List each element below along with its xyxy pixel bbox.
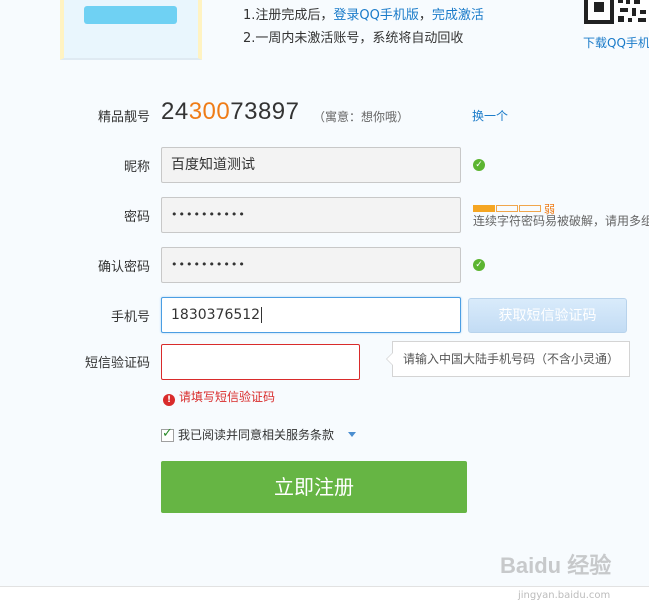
agreement-row: ✓ 我已阅读并同意相关服务条款: [161, 426, 357, 443]
qr-code: [584, 0, 649, 30]
account-number-highlight: 300: [188, 98, 231, 125]
confirm-password-label: 确认密码: [97, 260, 150, 275]
nickname-field[interactable]: 百度知道测试: [161, 147, 461, 183]
qr-caption: 下载QQ手机: [583, 36, 649, 50]
phone-hint-tooltip: 请输入中国大陆手机号码（不含小灵通）: [386, 341, 630, 377]
login-qq-mobile-link[interactable]: 登录QQ手机版: [333, 8, 418, 23]
sms-code-field[interactable]: [161, 344, 360, 380]
nickname-valid-icon: ✓: [473, 159, 485, 171]
agreement-text[interactable]: 我已阅读并同意相关服务条款: [178, 428, 334, 442]
account-label: 精品靓号: [97, 110, 150, 125]
phone-screen-illustration: [84, 6, 177, 24]
complete-activation-link[interactable]: 完成激活: [432, 8, 484, 23]
account-number: 2430073897: [161, 98, 300, 125]
password-field[interactable]: ••••••••••: [161, 197, 461, 233]
phone-label: 手机号: [110, 310, 150, 325]
confirm-password-valid-icon: ✓: [473, 259, 485, 271]
sms-code-label: 短信验证码: [84, 356, 150, 371]
text-caret: [261, 307, 263, 323]
tip-line-1: 1.注册完成后，登录QQ手机版，完成激活: [243, 8, 484, 23]
change-number-link[interactable]: 换一个: [472, 107, 508, 124]
sms-code-error: ! 请填写短信验证码: [163, 388, 275, 406]
password-hint: 连续字符密码易被破解，请用多组: [473, 214, 649, 228]
nickname-label: 昵称: [123, 160, 150, 175]
baidu-watermark-url: jingyan.baidu.com: [518, 590, 611, 601]
error-icon: !: [163, 394, 175, 406]
register-button[interactable]: 立即注册: [161, 461, 467, 513]
password-label: 密码: [123, 210, 150, 225]
account-meaning: （寓意：想你哦）: [313, 110, 410, 124]
check-icon: ✓: [162, 426, 173, 441]
get-sms-code-button[interactable]: 获取短信验证码: [468, 298, 627, 333]
baidu-watermark: Baidu 经验: [500, 553, 612, 578]
tip-line-2: 2.一周内未激活账号，系统将自动回收: [243, 31, 464, 46]
phone-field[interactable]: 1830376512: [161, 297, 461, 333]
confirm-password-field[interactable]: ••••••••••: [161, 247, 461, 283]
agreement-checkbox[interactable]: ✓: [161, 426, 174, 442]
terms-dropdown-icon[interactable]: [348, 432, 357, 437]
